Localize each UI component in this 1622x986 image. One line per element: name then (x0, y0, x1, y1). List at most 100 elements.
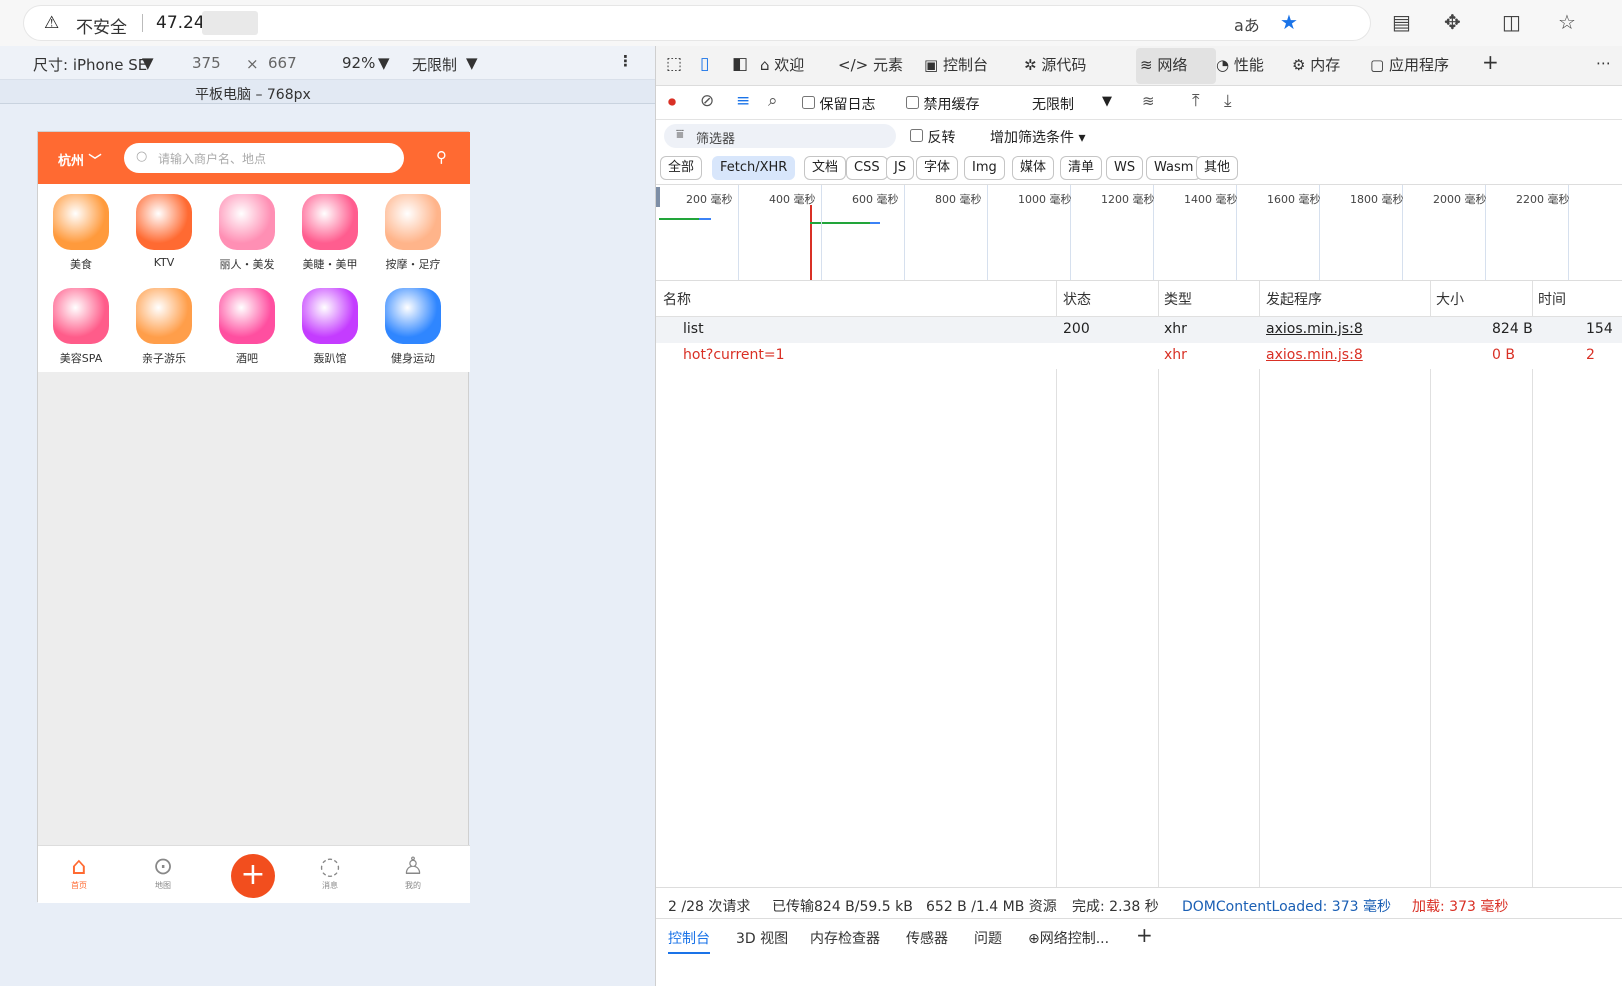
checkbox[interactable] (802, 96, 815, 109)
favorites-icon[interactable]: ☆ (1558, 10, 1576, 34)
throttle-select[interactable]: 无限制 (412, 54, 457, 75)
split-icon[interactable]: ◫ (1502, 10, 1521, 34)
download-icon[interactable]: ⤓ (1224, 91, 1232, 111)
add-button[interactable]: + (231, 854, 275, 898)
tab-welcome[interactable]: ⌂ 欢迎 (760, 54, 804, 75)
more-icon[interactable]: ⋮ (618, 52, 633, 70)
chevron-down-icon[interactable]: ▼ (1102, 94, 1112, 109)
more-filters-button[interactable]: 增加筛选条件 ▾ (990, 127, 1085, 147)
device-toggle-icon[interactable]: ▯ (700, 54, 709, 74)
type-filter-chip[interactable]: Img (964, 156, 1005, 180)
category-item[interactable]: 轰趴馆 (287, 282, 373, 366)
column-header-name[interactable]: 名称 (663, 289, 691, 309)
clear-icon[interactable]: ⊘ (700, 91, 714, 111)
checkbox[interactable] (906, 96, 919, 109)
width-input[interactable]: 375 (192, 54, 221, 72)
tab-memory[interactable]: ⚙ 内存 (1292, 54, 1340, 75)
type-filter-chip[interactable]: 清单 (1060, 156, 1103, 180)
tab-elements[interactable]: </> 元素 (838, 54, 903, 75)
overview-handle[interactable] (656, 187, 660, 207)
record-icon[interactable]: ⏺ (668, 92, 676, 112)
drawer-tab-issues[interactable]: 问题 (974, 928, 1002, 948)
search-input[interactable]: ○ 请输入商户名、地点 (124, 143, 404, 173)
type-filter-chip[interactable]: CSS (846, 156, 888, 180)
cell-initiator[interactable]: axios.min.js:8 (1266, 347, 1363, 363)
url-text[interactable]: 47.24 (156, 13, 205, 33)
category-item[interactable]: 美容SPA (38, 282, 124, 366)
column-header-initiator[interactable]: 发起程序 (1266, 289, 1322, 309)
category-item[interactable]: 按摩・足疗 (370, 188, 456, 272)
drawer-tab-memory-inspector[interactable]: 内存检查器 (810, 928, 880, 948)
column-header-type[interactable]: 类型 (1164, 289, 1192, 309)
drawer-tab-3d-view[interactable]: 3D 视图 (736, 928, 788, 948)
type-filter-chip[interactable]: 文档 (804, 156, 847, 180)
type-filter-chip[interactable]: 媒体 (1012, 156, 1055, 180)
throttle-select[interactable]: 无限制 (1032, 94, 1074, 114)
star-icon[interactable]: ★ (1280, 10, 1298, 34)
type-filter-chip[interactable]: Fetch/XHR (712, 156, 796, 180)
nav-home[interactable]: ⌂ 首页 (49, 852, 109, 891)
column-header-status[interactable]: 状态 (1063, 289, 1091, 309)
add-tab-icon[interactable]: + (1136, 923, 1153, 947)
type-filter-chip[interactable]: Wasm (1146, 156, 1202, 180)
column-header-size[interactable]: 大小 (1436, 289, 1464, 309)
disable-cache-checkbox[interactable]: 禁用缓存 (906, 94, 979, 114)
type-filter-chip[interactable]: 全部 (660, 156, 703, 180)
column-header-time[interactable]: 时间 (1538, 289, 1566, 309)
security-label[interactable]: 不安全 (76, 13, 127, 38)
reader-icon[interactable]: ▤ (1392, 10, 1411, 34)
search-icon[interactable]: ⌕ (768, 91, 778, 111)
nav-messages[interactable]: ◌ 消息 (300, 852, 360, 891)
extensions-icon[interactable]: ✥ (1444, 10, 1461, 34)
drawer-tab-network-conditions[interactable]: ⊕网络控制... (1028, 928, 1109, 948)
tab-application[interactable]: ▢ 应用程序 (1370, 54, 1449, 75)
type-filter-chip[interactable]: 字体 (916, 156, 959, 180)
tab-console[interactable]: ▣ 控制台 (924, 54, 988, 75)
nav-profile[interactable]: ♙ 我的 (383, 852, 443, 891)
category-item[interactable]: KTV (121, 188, 207, 269)
category-item[interactable]: 健身运动 (370, 282, 456, 366)
warning-icon[interactable]: ⚠ (44, 13, 59, 33)
category-item[interactable]: 丽人・美发 (204, 188, 290, 272)
table-row[interactable]: list 200 xhr axios.min.js:8 824 B 154 (656, 317, 1622, 343)
city-selector[interactable]: 杭州 ﹀ (58, 150, 102, 169)
filter-toggle-icon[interactable]: ≡ (736, 91, 750, 111)
more-icon[interactable]: ⋯ (1596, 54, 1611, 72)
checkbox[interactable] (910, 129, 923, 142)
device-select[interactable]: 尺寸: iPhone SE (33, 54, 147, 75)
drawer-tab-sensors[interactable]: 传感器 (906, 928, 948, 948)
media-query-bar[interactable]: 平板电脑 – 768px (0, 80, 655, 104)
chevron-down-icon[interactable]: ▼ (378, 54, 390, 72)
translate-icon[interactable]: aあ (1234, 12, 1260, 36)
tab-sources[interactable]: ✲ 源代码 (1024, 54, 1086, 75)
tab-network[interactable]: ≋ 网络 (1140, 54, 1187, 75)
address-bar[interactable]: ⚠ 不安全 47.24 aあ ★ (24, 6, 1370, 40)
tab-performance[interactable]: ◔ 性能 (1216, 54, 1264, 75)
category-item[interactable]: 美食 (38, 188, 124, 272)
chevron-down-icon[interactable]: ▼ (142, 54, 154, 72)
chevron-down-icon[interactable]: ▼ (466, 54, 478, 72)
gauge-icon: ◔ (1216, 56, 1234, 74)
invert-checkbox[interactable]: 反转 (910, 127, 955, 147)
type-filter-chip[interactable]: JS (886, 156, 915, 180)
nav-map[interactable]: ⊙ 地图 (133, 852, 193, 891)
category-item[interactable]: 美睫・美甲 (287, 188, 373, 272)
network-overview[interactable]: 200 毫秒 400 毫秒 600 毫秒 800 毫秒 1000 毫秒 1200 毫秒 14… (656, 184, 1622, 281)
filter-input[interactable]: ⩸ 筛选器 (664, 124, 896, 148)
inspect-icon[interactable]: ⬚ (666, 54, 682, 74)
preserve-log-checkbox[interactable]: 保留日志 (802, 94, 875, 114)
cell-initiator[interactable]: axios.min.js:8 (1266, 321, 1363, 337)
drawer-tab-console[interactable]: 控制台 (668, 928, 710, 954)
type-filter-chip[interactable]: WS (1106, 156, 1144, 180)
add-tab-icon[interactable]: + (1482, 50, 1499, 74)
height-input[interactable]: 667 (268, 54, 297, 72)
zoom-select[interactable]: 92% (342, 54, 375, 72)
upload-icon[interactable]: ⤒ (1192, 91, 1200, 111)
dock-icon[interactable]: ◧ (732, 54, 748, 74)
type-filter-chip[interactable]: 其他 (1196, 156, 1239, 180)
network-conditions-icon[interactable]: ≋ (1142, 92, 1155, 110)
category-item[interactable]: 酒吧 (204, 282, 290, 366)
category-item[interactable]: 亲子游乐 (121, 282, 207, 366)
table-row[interactable]: hot?current=1 xhr axios.min.js:8 0 B 2 (656, 343, 1622, 369)
user-icon[interactable]: ⚲ (436, 148, 447, 166)
